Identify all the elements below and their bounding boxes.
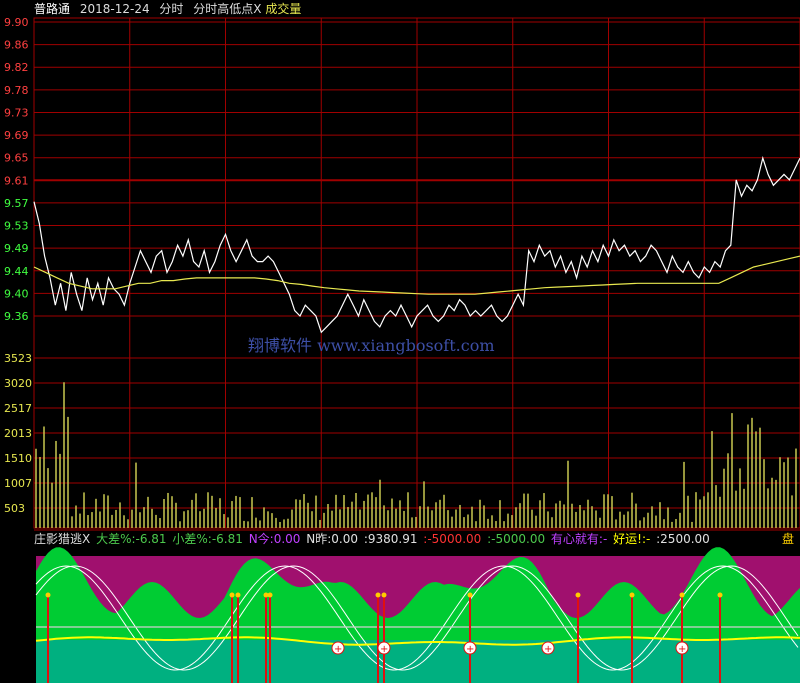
signal-dot (629, 592, 635, 598)
chart-window: 9.90 9.86 9.82 9.78 9.73 9.69 9.65 9.61 9.57 9.53… (0, 0, 800, 683)
indicator-item: :-5000.00 (419, 532, 482, 546)
signal-badge-mark: + (380, 644, 388, 655)
indicator-name: 分时高低点X (193, 2, 262, 16)
indicator-item: 有心就有:- (547, 532, 608, 546)
price-tick-label: 9.61 (4, 174, 29, 187)
volume-tick-label: 503 (4, 502, 25, 515)
signal-dot (381, 592, 387, 598)
indicator-item: 小差%:-6.81 (168, 532, 243, 546)
price-tick-label: 9.69 (4, 129, 29, 142)
signal-dot (235, 592, 241, 598)
indicator-item: N今:0.00 (244, 532, 301, 546)
volume-tick-label: 1007 (4, 477, 32, 490)
price-tick-label: 9.49 (4, 242, 29, 255)
indicator-item: 大差%:-6.81 (96, 532, 167, 546)
indicator-item: :-5000.00 (483, 532, 546, 546)
price-tick-label: 9.53 (4, 220, 29, 233)
indicator-right-label: 盘 (782, 532, 795, 546)
chart-date: 2018-12-24 (79, 2, 150, 16)
indicator-values: 大差%:-6.81 小差%:-6.81 N今:0.00 N昨:0.00 :938… (96, 532, 712, 546)
signal-dot (229, 592, 235, 598)
signal-badge-mark: + (678, 644, 686, 655)
app-title: 普路通 (34, 2, 71, 16)
signal-dot (717, 592, 723, 598)
indicator-panel-header: 庄影猎逃X 大差%:-6.81 小差%:-6.81 N今:0.00 N昨:0.0… (34, 530, 714, 548)
indicator-panel-name: 庄影猎逃X (34, 532, 91, 546)
indicator-item: N昨:0.00 (302, 532, 358, 546)
signal-dot (575, 592, 581, 598)
signal-badge-mark: + (334, 644, 342, 655)
indicator-item: :9380.91 (360, 532, 418, 546)
price-tick-label: 9.44 (4, 265, 29, 278)
volume-tick-label: 3020 (4, 377, 32, 390)
volume-tick-label: 2013 (4, 427, 32, 440)
watermark: 翔博软件 www.xiangbosoft.com (248, 336, 495, 355)
price-tick-label: 9.73 (4, 106, 29, 119)
price-tick-label: 9.36 (4, 310, 29, 323)
price-tick-label: 9.65 (4, 152, 29, 165)
volume-label: 成交量 (265, 2, 302, 16)
volume-tick-label: 1510 (4, 452, 32, 465)
signal-dot (375, 592, 381, 598)
price-tick-label: 9.86 (4, 39, 29, 52)
chart-mode: 分时 (159, 2, 184, 16)
signal-dot (467, 592, 473, 598)
price-tick-label: 9.78 (4, 84, 29, 97)
signal-dot (267, 592, 273, 598)
price-tick-label: 9.57 (4, 197, 29, 210)
signal-dot (679, 592, 685, 598)
volume-tick-label: 3523 (4, 352, 32, 365)
price-tick-label: 9.82 (4, 61, 29, 74)
signal-badge-mark: + (466, 644, 474, 655)
chart-header: 普路通 2018-12-24 分时 分时高低点X 成交量 (0, 0, 307, 18)
indicator-item: :2500.00 (652, 532, 710, 546)
signal-dot (45, 592, 51, 598)
volume-tick-label: 2517 (4, 402, 32, 415)
signal-badge-mark: + (544, 644, 552, 655)
price-tick-label: 9.40 (4, 287, 29, 300)
indicator-item: 好运!:- (609, 532, 651, 546)
